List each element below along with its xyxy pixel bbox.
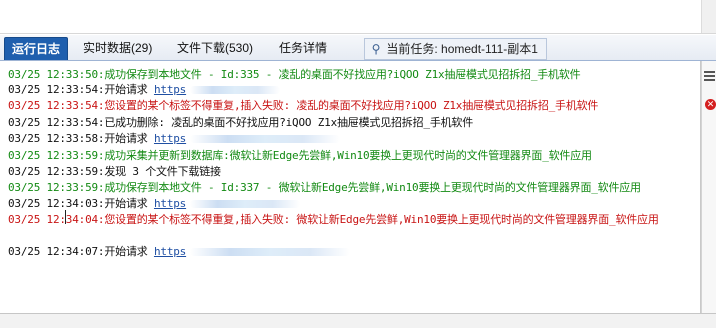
log-line: 03/25 12:34:03:开始请求 https (8, 197, 301, 211)
right-side-toolbar: ✕ (701, 61, 716, 313)
log-line: 03/25 12:33:54:开始请求 https (8, 83, 281, 97)
run-log-panel[interactable]: 03/25 12:33:50:成功保存到本地文件 - Id:335 - 凌乱的桌… (0, 61, 701, 313)
status-bar (0, 313, 716, 328)
current-task-indicator: ⚲ 当前任务: homedt-111-副本1 (364, 38, 547, 60)
redacted-url (190, 86, 281, 94)
top-scrollbar[interactable] (701, 0, 716, 33)
error-x-icon[interactable]: ✕ (705, 99, 716, 110)
top-region (0, 0, 716, 34)
log-line: 03/25 12:33:54:您设置的某个标签不得重复,插入失败: 凌乱的桌面不… (8, 99, 599, 112)
log-line: 03/25 12:34:07:开始请求 https (8, 245, 351, 259)
log-line: 03/25 12:34:04:您设置的某个标签不得重复,插入失败: 微软让新Ed… (8, 213, 659, 226)
request-link[interactable]: https (154, 197, 186, 210)
tab-task-details[interactable]: 任务详情 (272, 37, 334, 59)
redacted-url (190, 248, 351, 256)
redacted-url (190, 200, 301, 208)
request-link[interactable]: https (154, 132, 186, 145)
request-link[interactable]: https (154, 83, 186, 96)
redacted-url (190, 135, 341, 143)
tab-bar: 运行日志 实时数据(29) 文件下载(530) 任务详情 ⚲ 当前任务: hom… (0, 35, 716, 61)
text-cursor (65, 210, 66, 224)
location-pin-icon: ⚲ (371, 42, 381, 56)
tab-realtime-data[interactable]: 实时数据(29) (76, 37, 159, 59)
hamburger-menu-icon[interactable] (704, 71, 715, 83)
tab-run-log[interactable]: 运行日志 (4, 37, 69, 60)
log-line: 03/25 12:33:59:成功采集并更新到数据库:微软让新Edge先尝鲜,W… (8, 149, 592, 162)
current-task-value: homedt-111-副本1 (441, 42, 538, 56)
log-line: 03/25 12:33:59:成功保存到本地文件 - Id:337 - 微软让新… (8, 181, 641, 194)
log-line: 03/25 12:33:58:开始请求 https (8, 132, 341, 146)
current-task-label: 当前任务: (386, 42, 438, 56)
request-link[interactable]: https (154, 245, 186, 258)
log-line: 03/25 12:33:54:已成功删除: 凌乱的桌面不好找应用?iQOO Z1… (8, 116, 474, 129)
log-line: 03/25 12:33:59:发现 3 个文件下载链接 (8, 165, 221, 178)
log-line: 03/25 12:33:50:成功保存到本地文件 - Id:335 - 凌乱的桌… (8, 68, 581, 81)
tab-file-download[interactable]: 文件下载(530) (170, 37, 260, 59)
